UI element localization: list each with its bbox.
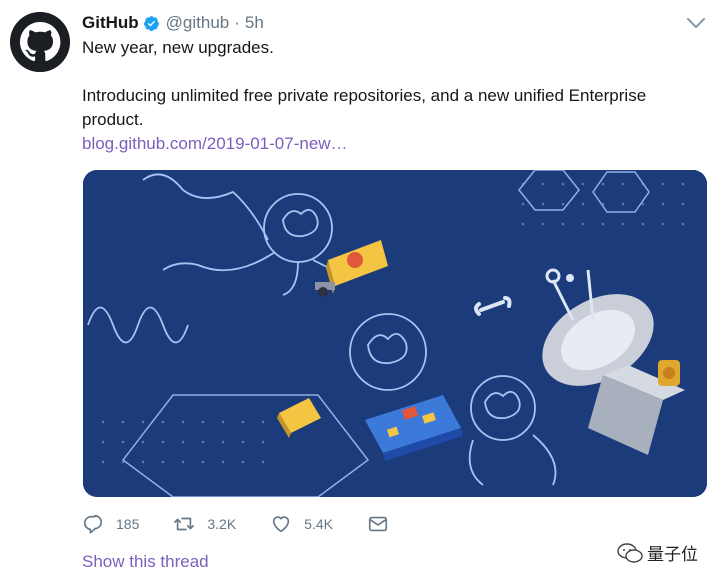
user-handle[interactable]: @github xyxy=(166,13,230,33)
space-illustration xyxy=(83,170,707,497)
github-octocat-icon xyxy=(10,12,70,72)
tweet-link[interactable]: blog.github.com/2019-01-07-new… xyxy=(82,132,682,156)
show-thread-link[interactable]: Show this thread xyxy=(82,552,209,572)
like-count: 5.4K xyxy=(304,516,333,532)
tweet-text: New year, new upgrades. Introducing unli… xyxy=(82,36,682,156)
tweet-media-image[interactable] xyxy=(83,170,707,497)
tweet-line-2: Introducing unlimited free private repos… xyxy=(82,86,647,129)
wechat-icon xyxy=(617,542,643,563)
like-button[interactable]: 5.4K xyxy=(270,513,333,535)
reply-button[interactable]: 185 xyxy=(82,513,139,535)
envelope-icon xyxy=(368,516,388,532)
verified-badge-icon xyxy=(143,15,159,31)
tweet-actions: 185 3.2K 5.4K xyxy=(82,512,435,536)
avatar[interactable] xyxy=(10,12,70,72)
tweet-line-1: New year, new upgrades. xyxy=(82,38,274,57)
watermark-text: 量子位 xyxy=(647,545,698,564)
heart-icon xyxy=(273,516,290,533)
watermark: 量子位 xyxy=(617,540,698,565)
reply-icon xyxy=(83,514,103,534)
reply-count: 185 xyxy=(116,516,140,532)
display-name[interactable]: GitHub xyxy=(82,13,139,33)
separator: · xyxy=(234,13,240,32)
retweet-count: 3.2K xyxy=(207,516,237,532)
retweet-icon xyxy=(174,517,195,531)
direct-message-button[interactable] xyxy=(367,513,401,535)
retweet-button[interactable]: 3.2K xyxy=(173,513,236,535)
timestamp[interactable]: 5h xyxy=(245,13,264,33)
chevron-down-icon[interactable] xyxy=(686,16,706,30)
tweet-header: GitHub @github · 5h xyxy=(82,12,264,34)
